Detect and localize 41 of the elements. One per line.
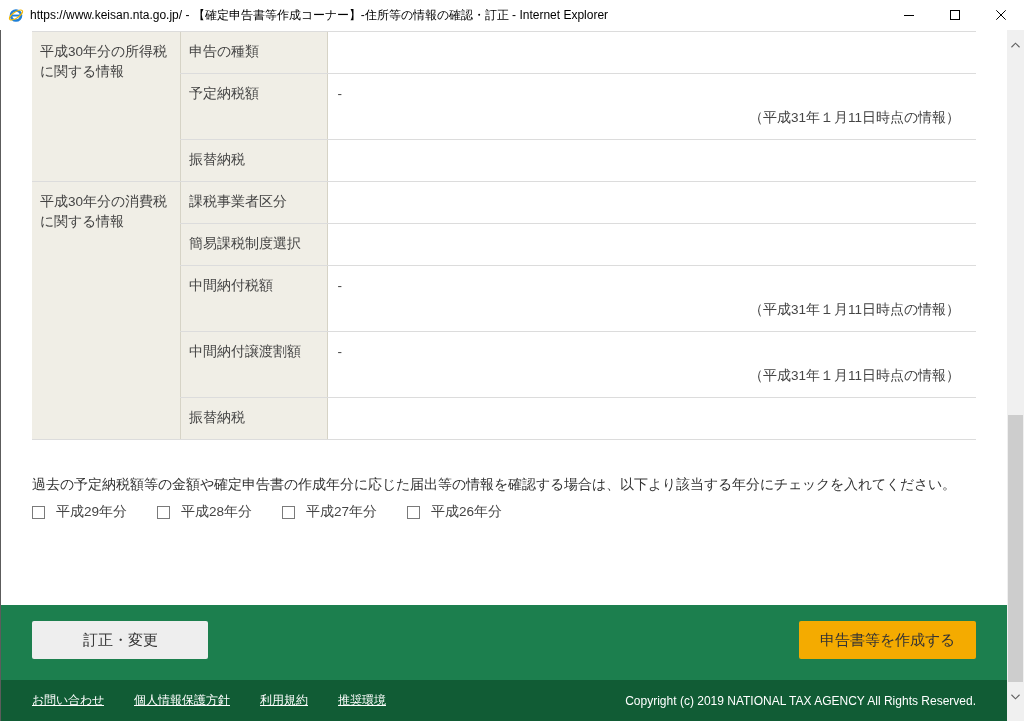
footer-link[interactable]: 利用規約	[260, 693, 308, 708]
value-text: -	[337, 344, 342, 359]
checkbox[interactable]	[157, 505, 171, 519]
minimize-icon	[904, 14, 914, 16]
row-label: 簡易課税制度選択	[180, 223, 327, 266]
checkbox-label[interactable]: 平成29年分	[56, 502, 128, 522]
checkbox-label[interactable]: 平成28年分	[181, 502, 253, 522]
row-label: 振替納税	[180, 397, 327, 440]
chevron-down-icon[interactable]	[1011, 694, 1020, 700]
copyright-text: Copyright (c) 2019 NATIONAL TAX AGENCY All Rights Reserved.	[625, 693, 976, 708]
checkbox-label[interactable]: 平成27年分	[306, 502, 378, 522]
checkbox[interactable]	[282, 505, 296, 519]
note-text: （平成31年１月11日時点の情報）	[748, 368, 960, 383]
footer-link[interactable]: お問い合わせ	[32, 693, 104, 708]
footer-link[interactable]: 個人情報保護方針	[134, 693, 230, 708]
browser-logo-icon	[8, 7, 24, 23]
row-label: 課税事業者区分	[180, 181, 327, 224]
chevron-up-icon[interactable]	[1011, 42, 1020, 48]
row-label: 振替納税	[180, 139, 327, 182]
footer-link[interactable]: 推奨環境	[338, 693, 386, 708]
checkbox[interactable]	[407, 505, 421, 519]
row-label: 予定納税額	[180, 73, 327, 140]
checkbox[interactable]	[32, 505, 45, 519]
note-text: （平成31年１月11日時点の情報）	[748, 302, 960, 317]
close-icon	[996, 10, 1006, 20]
maximize-icon	[950, 10, 960, 20]
note-text: （平成31年１月11日時点の情報）	[748, 110, 960, 125]
row-label: 申告の種類	[180, 31, 327, 74]
group-header: 平成30年分の所得税に関する情報	[32, 31, 180, 182]
scrollbar[interactable]	[1007, 30, 1024, 721]
checkbox-label[interactable]: 平成26年分	[431, 502, 503, 522]
instruction-text: 過去の予定納税額等の金額や確定申告書の作成年分に応じた届出等の情報を確認する場合は、以下より該当する年分にチェックを入れてください。	[32, 476, 957, 494]
scrollbar-thumb[interactable]	[1008, 415, 1023, 682]
value-text: -	[337, 278, 342, 293]
create-button[interactable]: 申告書等を作成する	[799, 621, 976, 659]
value-text: -	[337, 86, 342, 101]
row-label: 中間納付税額	[180, 265, 327, 332]
edit-button[interactable]: 訂正・変更	[32, 621, 208, 659]
window-title: https://www.keisan.nta.go.jp/ - 【確定申告書等作成コーナー】-住所等の情報の確認・訂正 - Internet Explorer	[30, 6, 609, 24]
row-label: 中間納付譲渡割額	[180, 331, 327, 398]
group-header: 平成30年分の消費税に関する情報	[32, 181, 180, 440]
